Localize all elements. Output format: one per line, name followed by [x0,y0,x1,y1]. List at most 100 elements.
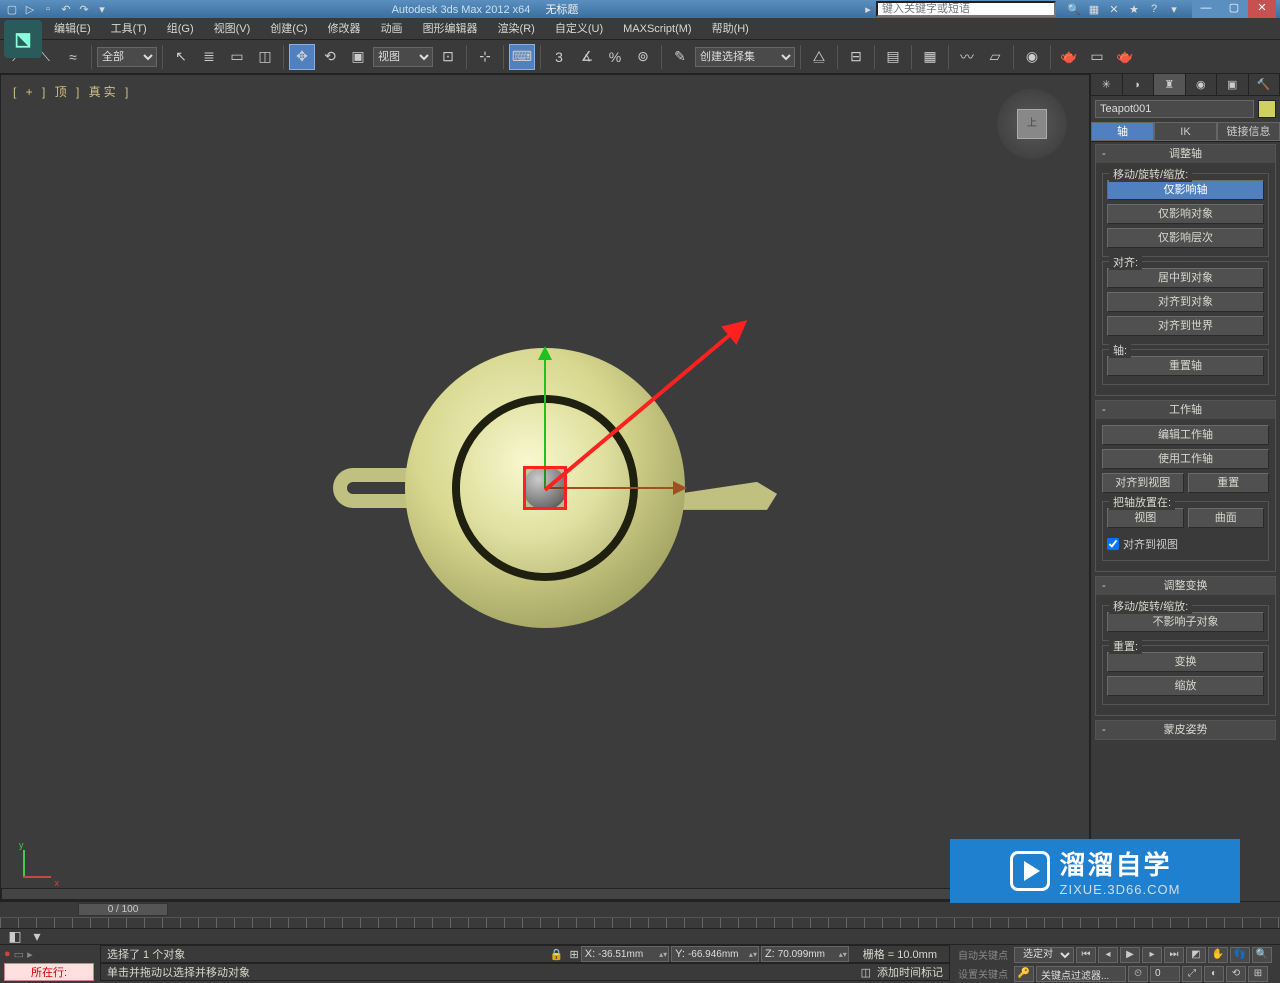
coord-y-field[interactable]: Y:▴▾ [671,946,759,962]
time-tag-icon[interactable]: ◫ [861,966,871,979]
select-region-rect-icon[interactable]: ▭ [224,44,250,70]
qat-undo-icon[interactable]: ↶ [58,1,74,17]
viewcube[interactable]: 上 [997,89,1067,159]
viewport-top[interactable]: [ + ] 顶 ] 真实 ] 上 yx [3,77,1087,898]
snap-toggle-icon[interactable]: 3 [546,44,572,70]
menu-create[interactable]: 创建(C) [260,18,317,40]
tab-modify-icon[interactable]: ◗ [1123,74,1155,95]
key-mode-select[interactable]: 选定对 [1014,947,1074,963]
current-frame-input[interactable] [1150,966,1180,982]
tab-motion-icon[interactable]: ◉ [1186,74,1218,95]
script-open-icon[interactable]: ▭ [14,948,24,961]
viewport-label[interactable]: [ + ] 顶 ] 真实 ] [13,83,131,100]
rollout-skin-pose-header[interactable]: 蒙皮姿势 [1096,721,1275,739]
goto-start-icon[interactable]: ⏮ [1076,947,1096,963]
time-slider[interactable]: 0 / 100 [78,903,168,916]
next-frame-icon[interactable]: ▸ [1142,947,1162,963]
named-selection-set-select[interactable]: 创建选择集 [695,47,795,67]
coord-x-field[interactable]: X:▴▾ [581,946,669,962]
script-rec-icon[interactable]: ● [4,948,11,961]
btn-edit-working-pivot[interactable]: 编辑工作轴 [1102,425,1269,445]
set-key-icon[interactable]: 🔑 [1014,966,1034,982]
qat-open-icon[interactable]: ▷ [22,1,38,17]
tab-hierarchy-icon[interactable]: ♜ [1154,74,1186,95]
play-icon[interactable]: ▶ [1120,947,1140,963]
qat-save-icon[interactable]: ▫ [40,1,56,17]
add-time-tag-label[interactable]: 添加时间标记 [877,964,943,980]
material-editor-icon[interactable]: ◉ [1019,44,1045,70]
set-key-button[interactable]: 设置关键点 [954,966,1012,981]
mirror-icon[interactable]: ⧋ [806,44,832,70]
close-button[interactable]: ✕ [1248,0,1276,18]
favorite-icon[interactable]: ★ [1126,1,1142,17]
btn-align-to-view[interactable]: 对齐到视图 [1102,473,1184,493]
goto-end-icon[interactable]: ⏭ [1164,947,1184,963]
btn-use-working-pivot[interactable]: 使用工作轴 [1102,449,1269,469]
minimize-button[interactable]: — [1192,0,1220,18]
btn-affect-object-only[interactable]: 仅影响对象 [1107,204,1264,224]
curve-editor-icon[interactable]: 〰 [954,44,980,70]
menu-tools[interactable]: 工具(T) [101,18,157,40]
subtab-link-info[interactable]: 链接信息 [1217,122,1280,141]
menu-customize[interactable]: 自定义(U) [545,18,613,40]
chk-align-to-view[interactable] [1107,538,1119,550]
keyboard-shortcut-override-icon[interactable]: ⌨ [509,44,535,70]
rollout-adjust-pivot-header[interactable]: 调整轴 [1096,145,1275,163]
tab-display-icon[interactable]: ▣ [1217,74,1249,95]
btn-dont-affect-children[interactable]: 不影响子对象 [1107,612,1264,632]
use-pivot-center-icon[interactable]: ⊡ [435,44,461,70]
auto-key-button[interactable]: 自动关键点 [954,947,1012,962]
infocenter-arrow-icon[interactable]: ▸ [860,1,876,17]
rollout-working-pivot-header[interactable]: 工作轴 [1096,401,1275,419]
layer-manager-icon[interactable]: ▤ [880,44,906,70]
key-filters-button[interactable]: 关键点过滤器... [1036,966,1126,982]
script-run-icon[interactable]: ▸ [27,948,33,961]
isolate-icon[interactable]: ◩ [1186,947,1206,963]
render-setup-icon[interactable]: 🫖 [1056,44,1082,70]
btn-align-to-object[interactable]: 对齐到对象 [1107,292,1264,312]
menu-rendering[interactable]: 渲染(R) [488,18,545,40]
subtab-ik[interactable]: IK [1154,122,1217,141]
render-production-icon[interactable]: 🫖 [1112,44,1138,70]
lock-selection-icon[interactable]: 🔒 [550,948,564,961]
qat-redo-icon[interactable]: ↷ [76,1,92,17]
btn-reset-pivot[interactable]: 重置轴 [1107,356,1264,376]
coord-z-field[interactable]: Z:▴▾ [761,946,849,962]
menu-maxscript[interactable]: MAXScript(M) [613,18,701,40]
select-rotate-icon[interactable]: ⟲ [317,44,343,70]
rendered-frame-icon[interactable]: ▭ [1084,44,1110,70]
menu-modifiers[interactable]: 修改器 [318,18,371,40]
btn-reset-scale[interactable]: 缩放 [1107,676,1264,696]
tab-utilities-icon[interactable]: 🔨 [1249,74,1280,95]
listener-current-line[interactable]: 所在行: [4,963,94,981]
maximize-button[interactable]: ▢ [1220,0,1248,18]
btn-place-view[interactable]: 视图 [1107,508,1184,528]
menu-edit[interactable]: 编辑(E) [44,18,101,40]
track-bar[interactable] [0,917,1280,929]
btn-reset-transform[interactable]: 变换 [1107,652,1264,672]
menu-help[interactable]: 帮助(H) [702,18,759,40]
ref-coord-system-select[interactable]: 视图 [373,47,433,67]
percent-snap-icon[interactable]: % [602,44,628,70]
trackbar-filter-icon[interactable]: ▾ [28,930,46,944]
nav-zoom-icon[interactable]: 🔍 [1252,947,1272,963]
nav-fov-icon[interactable]: ◐ [1204,966,1224,982]
rollout-adjust-transform-header[interactable]: 调整变换 [1096,577,1275,595]
help-dropdown-icon[interactable]: ▾ [1166,1,1182,17]
select-by-name-icon[interactable]: ≣ [196,44,222,70]
time-config-icon[interactable]: ⏲ [1128,966,1148,982]
subscription-icon[interactable]: ▦ [1086,1,1102,17]
btn-align-to-world[interactable]: 对齐到世界 [1107,316,1264,336]
align-icon[interactable]: ⊟ [843,44,869,70]
prev-frame-icon[interactable]: ◂ [1098,947,1118,963]
nav-maximize-icon[interactable]: ⊞ [1248,966,1268,982]
bind-spacewarp-icon[interactable]: ≈ [60,44,86,70]
qat-new-icon[interactable]: ▢ [4,1,20,17]
tab-create-icon[interactable]: ✳ [1091,74,1123,95]
menu-group[interactable]: 组(G) [157,18,204,40]
select-scale-icon[interactable]: ▣ [345,44,371,70]
subtab-pivot[interactable]: 轴 [1091,122,1154,141]
search-input[interactable] [876,1,1056,17]
menu-graph-editors[interactable]: 图形编辑器 [413,18,488,40]
angle-snap-icon[interactable]: ∡ [574,44,600,70]
